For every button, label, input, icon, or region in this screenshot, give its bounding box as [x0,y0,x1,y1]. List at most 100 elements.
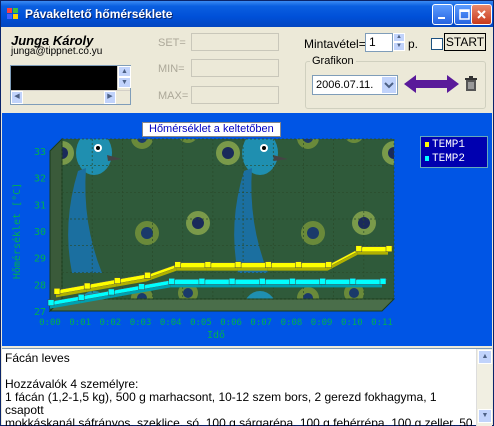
x-tick-label: 0:03 [130,318,152,328]
chart-side-wall [49,137,63,313]
sampling-input[interactable]: 1 [365,33,393,52]
series-edge-temp1 [237,267,268,271]
author-email: junga@tippnet.co.yu [11,46,103,57]
scroll-up-icon[interactable]: ▲ [478,350,492,364]
x-tick-label: 0:09 [311,318,333,328]
scroll-left-icon[interactable]: ◀ [11,91,23,104]
minimize-button[interactable] [432,4,453,25]
sampling-spinner[interactable]: ▲ ▼ [393,33,405,52]
series-point-temp2 [198,278,206,285]
scroll-down-icon[interactable]: ▼ [118,77,131,88]
series-edge-temp1 [357,251,388,255]
date-select[interactable]: 2006.07.11. [312,75,398,95]
chevron-down-icon [384,82,394,89]
y-tick-label: 28 [34,280,46,291]
scroll-right-icon[interactable]: ▶ [104,91,116,104]
title-bar[interactable]: Pávakeltető hőmérséklete [1,1,493,27]
x-tick-label: 0:05 [190,318,212,328]
series-edge-temp1 [206,267,238,271]
series-point-temp1 [234,261,242,268]
series-point-temp2 [138,283,145,290]
temperature-chart: 27 28 29 30 31 32 33 0:00 0:01 0:02 0:03 0:04 0:05 0:… [11,137,396,341]
chart-legend: TEMP1 TEMP2 [420,136,488,168]
minimize-icon [438,17,445,19]
series-point-temp2 [259,278,266,285]
scroll-up-icon[interactable]: ▲ [118,66,131,77]
series-point-temp1 [295,261,302,268]
series-point-temp1 [174,261,181,268]
series-edge-temp1 [297,267,328,271]
x-tick-label: 0:06 [220,318,242,328]
legend-swatch-temp1 [425,141,429,147]
series-point-temp2 [77,294,85,301]
series-point-temp2 [228,278,236,285]
series-point-temp1 [114,277,121,284]
x-tick-label: 0:11 [371,318,393,328]
trash-icon[interactable] [464,76,478,92]
listbox-horizontal-scrollbar[interactable]: ◀ ▶ [11,90,130,104]
series-point-temp1 [385,245,393,252]
listbox-vertical-scrollbar[interactable]: ▲ ▼ [117,66,131,90]
start-button[interactable]: START [444,33,486,51]
legend-label-temp2: TEMP2 [432,153,466,165]
min-field[interactable] [191,59,279,77]
series-point-temp2 [289,278,296,285]
min-label: MIN= [158,63,185,75]
y-tick-label: 29 [34,254,46,265]
x-tick-label: 0:08 [281,318,303,328]
series-edge-temp2 [351,284,382,288]
x-tick-label: 0:07 [250,318,272,328]
series-edge-temp2 [291,284,322,288]
y-axis-label: Hőmérséklet [°C] [11,183,23,279]
chart-title: Hőmérséklet a keltetőben [142,122,281,137]
spin-up-icon[interactable]: ▲ [393,33,405,42]
x-tick-label: 0:10 [341,318,363,328]
series-point-temp2 [349,278,357,285]
max-field[interactable] [191,86,279,104]
sampling-unit: p. [408,37,419,51]
series-point-temp1 [144,272,151,279]
grafikon-group-title: Grafikon [310,55,356,67]
y-tick-label: 32 [34,174,46,185]
recipe-textarea[interactable]: Fácán leves Hozzávalók 4 személyre: 1 fác… [2,348,492,426]
scroll-down-icon[interactable]: ▼ [478,409,492,423]
log-listbox[interactable]: ▲ ▼ ◀ ▶ [10,65,131,105]
series-edge-temp2 [200,284,232,288]
start-checkbox[interactable] [431,38,443,50]
recipe-scrollbar[interactable]: ▲ ▼ [476,349,492,426]
series-point-temp1 [204,261,212,268]
series-edge-temp1 [176,267,207,271]
series-point-temp2 [379,278,387,285]
series-point-temp2 [47,299,55,306]
close-button[interactable] [471,4,492,25]
legend-item-temp2: TEMP2 [425,153,465,165]
app-icon [7,8,18,19]
recipe-text: Fácán leves Hozzávalók 4 személyre: 1 fác… [5,352,473,426]
series-point-temp1 [53,288,61,295]
recipe-line: Fácán leves [5,351,70,365]
recipe-line: mokkáskanál sáfrányos, szeklice, só, 100… [5,416,473,426]
chart-pane: 27 28 29 30 31 32 33 0:00 0:01 0:02 0:03 0:04 0:05 0:… [2,113,492,346]
series-point-temp1 [265,261,272,268]
spin-down-icon[interactable]: ▼ [393,42,405,51]
x-tick-label: 0:04 [160,318,182,328]
x-tick-label: 0:02 [100,318,122,328]
left-right-arrow-icon[interactable] [404,74,459,94]
x-tick-label: 0:00 [39,318,61,328]
series-edge-temp2 [321,284,352,288]
y-tick-label: 31 [34,200,46,211]
recipe-line: 1 fácán (1,2-1,5 kg), 500 g marhacsont, … [5,390,440,417]
y-tick-label: 33 [34,147,46,158]
x-axis-label: Idő [207,329,225,341]
y-tick-label: 27 [34,307,46,318]
window-title: Pávakeltető hőmérséklete [25,7,173,21]
maximize-icon [459,9,470,20]
set-field[interactable] [191,33,279,51]
dropdown-button[interactable] [381,76,397,94]
control-panel: Junga Károly junga@tippnet.co.yu ▲ ▼ ◀ ▶… [2,27,492,113]
set-label: SET= [158,37,186,49]
close-icon [477,10,486,19]
chart-floor [48,298,396,312]
sampling-label: Mintavétel= [304,37,366,51]
series-point-temp1 [325,261,332,268]
